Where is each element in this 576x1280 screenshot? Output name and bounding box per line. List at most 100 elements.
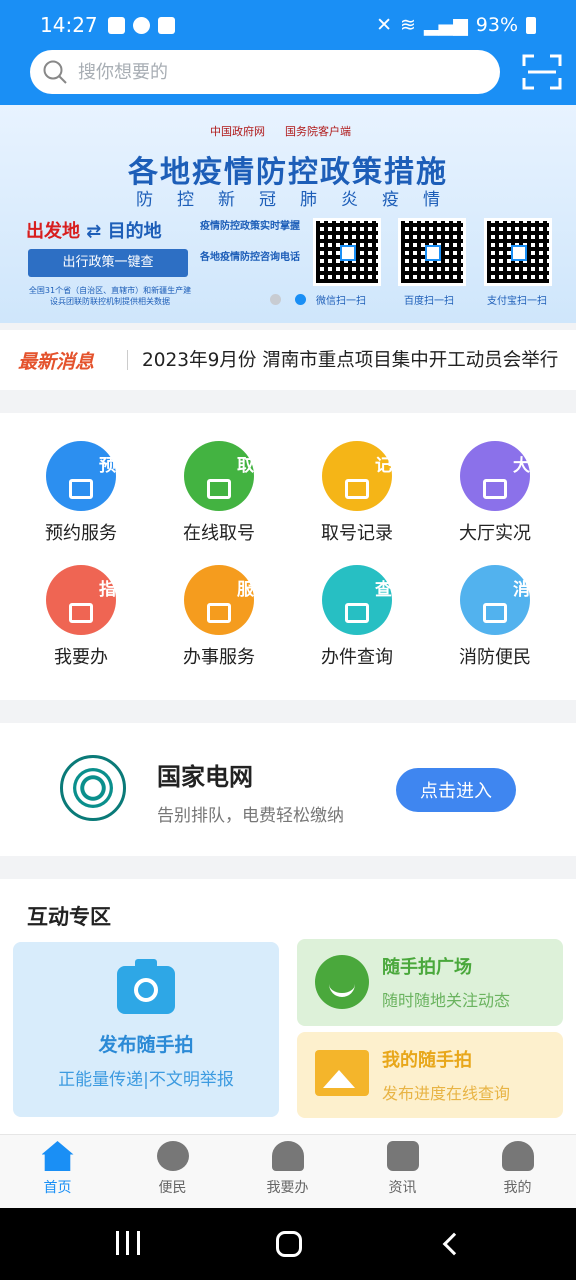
news-tag: 最新消息 (18, 350, 95, 373)
tab-label: 便民 (158, 1180, 187, 1196)
banner-footnote: 全国31个省（自治区、直辖市）和新疆生产建设兵团联防联控机制提供相关数据 (28, 286, 192, 306)
service-i-want-to-do[interactable]: 指南 我要办 (12, 565, 150, 669)
service-hall-live[interactable]: 大厅 大厅实况 (426, 441, 564, 545)
page-dot[interactable] (270, 294, 281, 305)
service-affairs[interactable]: 服务 办事服务 (150, 565, 288, 669)
tab-todo[interactable]: 我要办 (230, 1141, 345, 1197)
tab-label: 我要办 (266, 1180, 309, 1196)
system-nav-bar (0, 1208, 576, 1280)
appointment-icon: 预约 (46, 441, 133, 511)
state-grid-card[interactable]: 国家电网 告别排队，电费轻松缴纳 点击进入 (0, 723, 576, 856)
my-snapshot-card[interactable]: 我的随手拍 发布进度在线查询 (297, 1032, 563, 1118)
service-label: 办事服务 (183, 647, 255, 668)
page-dot-active[interactable] (295, 294, 306, 305)
baidu-qr (398, 218, 466, 286)
policy-line: 疫情防控政策实时掌握 (200, 221, 300, 232)
snapshot-square-card[interactable]: 随手拍广场 随时随地关注动态 (297, 939, 563, 1026)
interaction-zone: 互动专区 发布随手拍 正能量传递|不文明举报 随手拍广场 随时随地关注动态 我的… (0, 879, 576, 1134)
tab-news[interactable]: 资讯 (345, 1141, 460, 1197)
service-case-query[interactable]: 查询 办件查询 (288, 565, 426, 669)
bottom-tab-bar: 首页 便民 我要办 资讯 我的 (0, 1134, 576, 1208)
query-icon: 查询 (322, 565, 409, 635)
mute-icon: ✕ (376, 14, 392, 36)
home-icon (41, 1141, 74, 1171)
back-icon[interactable] (442, 1232, 466, 1256)
wechat-qr (313, 218, 381, 286)
status-bar: 14:27 ✕ ≋ ▂▄▆ 93% (40, 10, 536, 40)
tab-label: 首页 (43, 1180, 72, 1196)
signal-icon: ▂▄▆ (423, 14, 468, 36)
news-ticker[interactable]: 最新消息 2023年9月份 渭南市重点项目集中开工动员会举行 (0, 330, 576, 390)
wifi-icon: ≋ (400, 14, 416, 36)
service-label: 取号记录 (321, 523, 393, 544)
headset-icon: 服务 (184, 565, 271, 635)
tab-label: 资讯 (388, 1180, 417, 1196)
banner-sources: 中国政府网 国务院客户端 (210, 123, 351, 139)
status-right: ✕ ≋ ▂▄▆ 93% (376, 14, 536, 36)
tab-mine[interactable]: 我的 (460, 1141, 575, 1197)
route-label: 出发地 ⇄ 目的地 (26, 217, 162, 243)
guide-icon: 指南 (46, 565, 133, 635)
camera-icon (117, 959, 175, 1014)
tab-label: 我的 (503, 1180, 532, 1196)
checkbox-icon (157, 16, 175, 34)
service-take-number[interactable]: 取号 在线取号 (150, 441, 288, 545)
user-icon (501, 1141, 534, 1171)
swap-arrows-icon: ⇄ (86, 221, 108, 242)
service-label: 消防便民 (459, 647, 531, 668)
enter-button[interactable]: 点击进入 (396, 768, 516, 812)
banner-info: 疫情防控政策实时掌握 各地疫情防控咨询电话 (200, 217, 310, 279)
grid-icon (156, 1141, 189, 1171)
publish-subtitle: 正能量传递|不文明举报 (58, 1070, 234, 1090)
fire-icon: 消防 (460, 565, 547, 635)
service-label: 办件查询 (321, 647, 393, 668)
phone-line: 各地疫情防控咨询电话 (200, 252, 300, 263)
alipay-qr-label: 支付宝扫一扫 (487, 296, 547, 307)
notification-icons (107, 16, 175, 34)
gov-site-label: 中国政府网 (210, 125, 265, 138)
hall-icon: 大厅 (460, 441, 547, 511)
banner-pagination (270, 294, 306, 305)
service-fire[interactable]: 消防 消防便民 (426, 565, 564, 669)
tab-home[interactable]: 首页 (0, 1141, 115, 1197)
section-title: 互动专区 (27, 905, 111, 929)
scan-icon[interactable] (522, 54, 562, 90)
publish-title: 发布随手拍 (98, 1034, 194, 1056)
news-text[interactable]: 2023年9月份 渭南市重点项目集中开工动员会举行 (142, 348, 562, 373)
message-icon (386, 1141, 419, 1171)
alipay-qr (484, 218, 552, 286)
home-button-icon[interactable] (276, 1231, 302, 1257)
status-time: 14:27 (40, 13, 98, 37)
card-subtitle: 告别排队，电费轻松缴纳 (157, 806, 344, 826)
picture-icon (315, 1050, 369, 1096)
one-click-policy-button[interactable]: 出行政策一键查 (28, 249, 188, 277)
recent-apps-icon[interactable] (116, 1231, 140, 1255)
service-appointment[interactable]: 预约 预约服务 (12, 441, 150, 545)
wechat-qr-label: 微信扫一扫 (316, 296, 366, 307)
person-icon (271, 1141, 304, 1171)
mine-subtitle: 发布进度在线查询 (382, 1084, 511, 1103)
top-header: 14:27 ✕ ≋ ▂▄▆ 93% (0, 0, 576, 105)
mine-title: 我的随手拍 (382, 1050, 472, 1071)
destination-label: 目的地 (107, 221, 162, 242)
divider (127, 350, 128, 370)
state-council-label: 国务院客户端 (285, 125, 351, 138)
records-icon: 记录 (322, 441, 409, 511)
ticket-icon: 取号 (184, 441, 271, 511)
publish-snapshot-card[interactable]: 发布随手拍 正能量传递|不文明举报 (13, 942, 279, 1117)
gallery-icon (107, 16, 125, 34)
policy-banner[interactable]: 中国政府网 国务院客户端 各地疫情防控政策措施 防控新冠肺炎疫情 出发地 ⇄ 目… (0, 105, 576, 323)
service-label: 大厅实况 (459, 523, 531, 544)
state-grid-logo (60, 755, 126, 821)
search-bar[interactable] (30, 50, 500, 94)
battery-level: 93% (475, 14, 518, 36)
baidu-qr-label: 百度扫一扫 (404, 296, 454, 307)
smiley-icon (315, 955, 369, 1009)
battery-icon (526, 16, 536, 34)
cloud-icon (132, 16, 150, 34)
service-number-records[interactable]: 记录 取号记录 (288, 441, 426, 545)
service-label: 在线取号 (183, 523, 255, 544)
search-icon (43, 60, 67, 84)
tab-convenience[interactable]: 便民 (115, 1141, 230, 1197)
search-input[interactable] (78, 61, 458, 83)
